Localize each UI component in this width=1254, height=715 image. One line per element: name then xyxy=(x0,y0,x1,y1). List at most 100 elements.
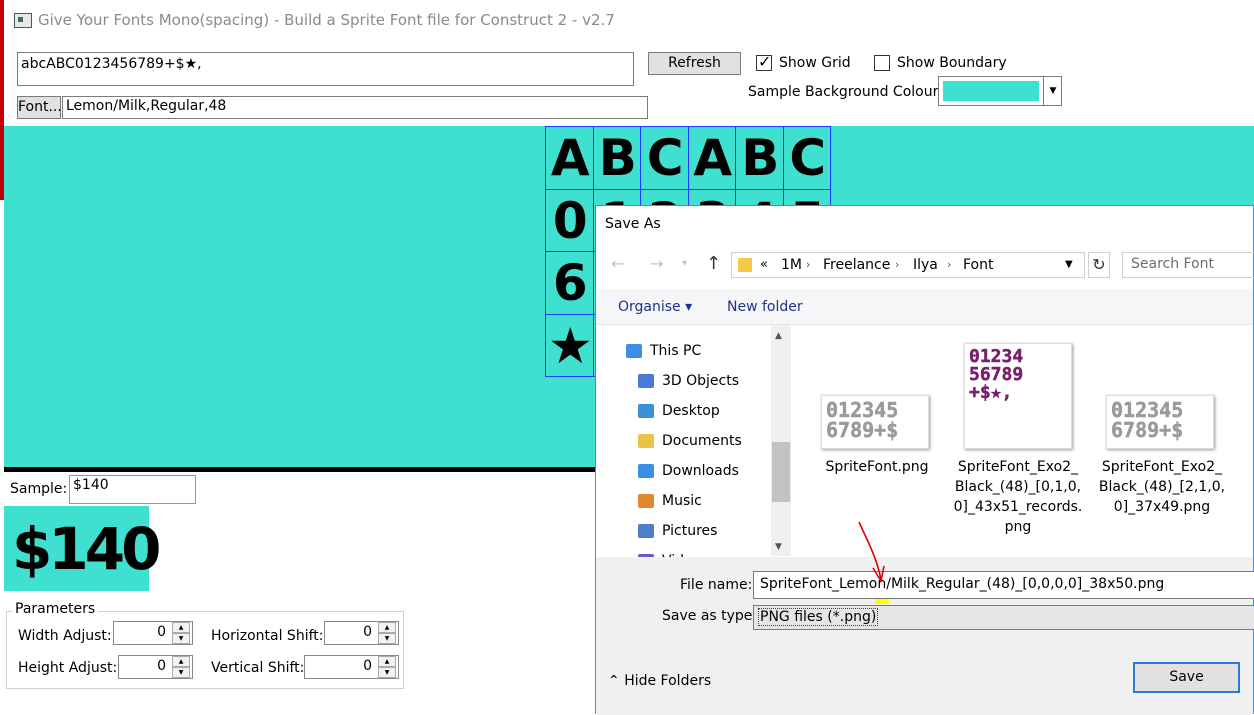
sprite-cell: B xyxy=(592,126,641,190)
breadcrumb-item[interactable]: 1M xyxy=(781,257,802,273)
arrow-down-icon[interactable]: ▼ xyxy=(172,633,190,644)
scroll-down-icon[interactable]: ▼ xyxy=(775,542,782,552)
organise-button[interactable]: Organise ▾ xyxy=(618,299,692,315)
bg-colour-label: Sample Background Colour: xyxy=(748,84,943,100)
refresh-button[interactable]: Refresh xyxy=(648,52,741,75)
file-preview-text: 012345 6789+$ xyxy=(1111,398,1184,442)
bg-colour-dropdown[interactable]: ▼ xyxy=(938,76,1062,106)
sample-input[interactable]: $140 xyxy=(69,475,196,504)
horizontal-shift-label: Horizontal Shift: xyxy=(211,628,324,644)
show-grid-label: Show Grid xyxy=(779,55,851,71)
folder-icon xyxy=(638,464,654,478)
back-arrow-icon[interactable]: ← xyxy=(611,254,624,273)
scroll-up-icon[interactable]: ▲ xyxy=(775,331,782,341)
width-adjust-label: Width Adjust: xyxy=(18,628,112,644)
arrow-down-icon[interactable]: ▼ xyxy=(172,667,190,678)
nav-item-desktop[interactable]: Desktop xyxy=(638,397,720,425)
folder-icon xyxy=(638,494,654,508)
scroll-thumb[interactable] xyxy=(772,442,790,502)
dropdown-arrow-icon[interactable]: ▼ xyxy=(1043,77,1062,105)
checkmark-icon: ✓ xyxy=(758,52,772,71)
sprite-cell: 6 xyxy=(545,251,594,315)
file-thumbnail[interactable]: 012345 6789+$ xyxy=(1106,395,1214,449)
arrow-up-icon[interactable]: ▲ xyxy=(172,622,190,633)
save-as-dialog: Save As ← → ▾ ↑ « 1M › Freelance › Ilya … xyxy=(595,205,1254,715)
forward-arrow-icon[interactable]: → xyxy=(650,254,663,273)
file-name[interactable]: SpriteFont.png xyxy=(813,457,941,477)
breadcrumb-item[interactable]: Ilya xyxy=(913,257,938,273)
show-grid-checkbox[interactable]: ✓ xyxy=(756,52,772,71)
sample-preview-text: $140 xyxy=(12,515,161,583)
file-preview-text: 012345 6789+$ xyxy=(826,398,899,442)
new-folder-button[interactable]: New folder xyxy=(727,299,803,315)
sprite-cell: C xyxy=(782,126,831,190)
width-adjust-value: 0 xyxy=(157,624,166,640)
sprite-cell: 0 xyxy=(545,188,594,252)
stepper-arrows[interactable]: ▲ ▼ xyxy=(378,656,396,678)
folder-icon xyxy=(738,258,752,272)
arrow-up-icon[interactable]: ▲ xyxy=(172,656,190,667)
show-boundary-checkbox[interactable] xyxy=(874,55,890,71)
sprite-cell: C xyxy=(640,126,689,190)
height-adjust-stepper[interactable]: 0 ▲ ▼ xyxy=(118,655,193,679)
show-boundary-label: Show Boundary xyxy=(897,55,1007,71)
nav-item-label: Music xyxy=(662,493,702,509)
folder-icon xyxy=(638,374,654,388)
sprite-cell: A xyxy=(687,126,736,190)
sample-label: Sample: xyxy=(10,481,68,497)
vertical-shift-label: Vertical Shift: xyxy=(211,660,305,676)
nav-item-music[interactable]: Music xyxy=(638,487,702,515)
vertical-shift-stepper[interactable]: 0 ▲ ▼ xyxy=(304,655,399,679)
nav-scrollbar[interactable] xyxy=(771,325,791,556)
height-adjust-value: 0 xyxy=(157,658,166,674)
nav-item-label: This PC xyxy=(650,343,702,359)
parameters-legend: Parameters xyxy=(12,601,99,617)
breadcrumb-item[interactable]: Freelance xyxy=(823,257,890,273)
nav-item-this-pc[interactable]: This PC xyxy=(626,337,701,365)
chevron-down-icon[interactable]: ▼ xyxy=(1065,259,1073,270)
folder-icon xyxy=(638,434,654,448)
window-title: Give Your Fonts Mono(spacing) - Build a … xyxy=(38,11,615,29)
file-name[interactable]: SpriteFont_Exo2_ Black_(48)_[2,1,0, 0]_37x… xyxy=(1093,457,1231,517)
refresh-icon[interactable]: ↻ xyxy=(1088,252,1110,278)
arrow-down-icon[interactable]: ▼ xyxy=(378,633,396,644)
address-bar[interactable]: « 1M › Freelance › Ilya › Font ▼ xyxy=(731,252,1085,278)
breadcrumb-overflow[interactable]: « xyxy=(760,257,768,272)
hide-folders-label: Hide Folders xyxy=(624,673,712,689)
nav-item-label: Desktop xyxy=(662,403,720,419)
nav-item-pictures[interactable]: Pictures xyxy=(638,517,717,545)
nav-item-3d-objects[interactable]: 3D Objects xyxy=(638,367,739,395)
navigation-pane: This PC 3D Objects Desktop Documents Downloa… xyxy=(596,325,791,569)
stepper-arrows[interactable]: ▲ ▼ xyxy=(172,622,190,644)
font-name-field: Lemon/Milk,Regular,48 xyxy=(62,96,648,119)
arrow-up-icon[interactable]: ▲ xyxy=(378,656,396,667)
folder-icon xyxy=(638,524,654,538)
nav-item-label: Downloads xyxy=(662,463,739,479)
nav-item-documents[interactable]: Documents xyxy=(638,427,742,455)
recent-locations-chevron-icon[interactable]: ▾ xyxy=(682,258,687,269)
sample-text-input[interactable]: abcABC0123456789+$★, xyxy=(17,52,634,86)
nav-item-downloads[interactable]: Downloads xyxy=(638,457,739,485)
search-input[interactable]: Search Font xyxy=(1122,252,1254,278)
chevron-right-icon[interactable]: › xyxy=(947,258,951,271)
file-thumbnail[interactable]: 01234 56789 +$★, xyxy=(964,343,1072,449)
horizontal-shift-value: 0 xyxy=(363,624,372,640)
save-type-dropdown[interactable]: PNG files (*.png) xyxy=(753,605,1254,630)
arrow-down-icon[interactable]: ▼ xyxy=(378,667,396,678)
width-adjust-stepper[interactable]: 0 ▲ ▼ xyxy=(113,621,193,645)
font-button[interactable]: Font... xyxy=(17,96,62,119)
stepper-arrows[interactable]: ▲ ▼ xyxy=(172,656,190,678)
up-arrow-icon[interactable]: ↑ xyxy=(706,253,721,274)
chevron-right-icon[interactable]: › xyxy=(806,258,810,271)
file-thumbnail[interactable]: 012345 6789+$ xyxy=(821,395,929,449)
sample-preview: $140 xyxy=(4,506,161,591)
horizontal-shift-stepper[interactable]: 0 ▲ ▼ xyxy=(324,621,399,645)
arrow-up-icon[interactable]: ▲ xyxy=(378,622,396,633)
breadcrumb-item[interactable]: Font xyxy=(963,257,993,273)
save-button[interactable]: Save xyxy=(1133,662,1240,693)
file-name[interactable]: SpriteFont_Exo2_ Black_(48)_[0,1,0, 0]_43x… xyxy=(949,457,1087,537)
stepper-arrows[interactable]: ▲ ▼ xyxy=(378,622,396,644)
file-name-field[interactable]: SpriteFont_Lemon/Milk_Regular_(48)_[0,0,… xyxy=(753,571,1254,599)
hide-folders-toggle[interactable]: ⌃ Hide Folders xyxy=(608,673,711,689)
chevron-right-icon[interactable]: › xyxy=(895,258,899,271)
